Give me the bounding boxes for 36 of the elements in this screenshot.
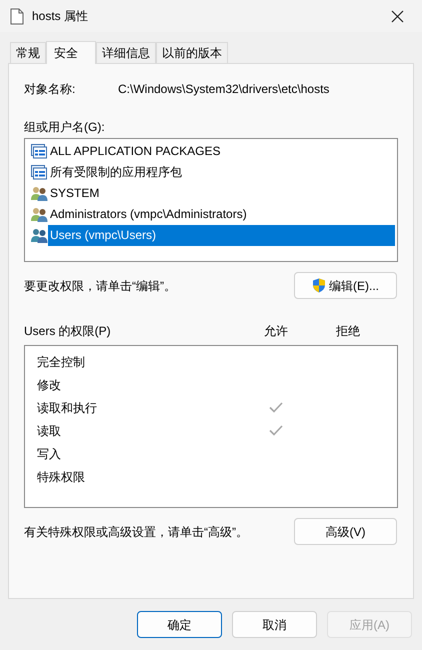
object-path: C:\Windows\System32\drivers\etc\hosts bbox=[118, 81, 330, 98]
permissions-label: Users 的权限(P) bbox=[24, 323, 112, 340]
advanced-hint: 有关特殊权限或高级设置，请单击“高级”。 bbox=[24, 524, 248, 540]
advanced-button[interactable]: 高级(V) bbox=[294, 518, 397, 545]
field-label: 对象名称: bbox=[24, 81, 76, 98]
tab[interactable]: 详细信息 bbox=[96, 42, 156, 63]
file-icon bbox=[10, 8, 24, 24]
tab[interactable]: 以前的版本 bbox=[156, 42, 228, 63]
permission-name: 写入 bbox=[37, 446, 62, 462]
package-icon bbox=[31, 165, 48, 180]
shield-icon bbox=[312, 278, 326, 293]
window-title: hosts 属性 bbox=[32, 8, 90, 25]
column-header: 允许 bbox=[263, 323, 289, 340]
permission-name: 读取 bbox=[37, 422, 62, 440]
list-label: 组或用户名(G): bbox=[24, 119, 105, 134]
list-item[interactable]: ALL APPLICATION PACKAGES bbox=[48, 141, 395, 162]
permission-name: 特殊权限 bbox=[37, 468, 86, 486]
users-icon bbox=[31, 228, 48, 243]
permission-name: 读取和执行 bbox=[37, 400, 98, 416]
tab[interactable]: 常规 bbox=[10, 42, 46, 63]
dialog-button[interactable]: 确定 bbox=[137, 611, 222, 638]
edit-hint: 要更改权限，请单击“编辑”。 bbox=[24, 278, 176, 294]
permission-name: 完全控制 bbox=[37, 354, 86, 370]
users-icon bbox=[31, 186, 48, 201]
list-item[interactable]: SYSTEM bbox=[48, 183, 395, 204]
package-icon bbox=[31, 144, 48, 159]
column-header: 拒绝 bbox=[335, 323, 361, 340]
close-icon bbox=[390, 10, 404, 22]
edit-button[interactable]: 编辑(E)... bbox=[294, 272, 397, 299]
list-item[interactable]: Administrators (vmpc\Administrators) bbox=[48, 204, 395, 225]
users-icon bbox=[31, 207, 48, 222]
list-item[interactable]: Users (vmpc\Users) bbox=[48, 225, 395, 246]
tab[interactable]: 安全 bbox=[46, 41, 96, 64]
permission-name: 修改 bbox=[37, 376, 62, 394]
list-item[interactable]: 所有受限制的应用程序包 bbox=[48, 162, 395, 183]
dialog-button[interactable]: 取消 bbox=[232, 611, 317, 638]
